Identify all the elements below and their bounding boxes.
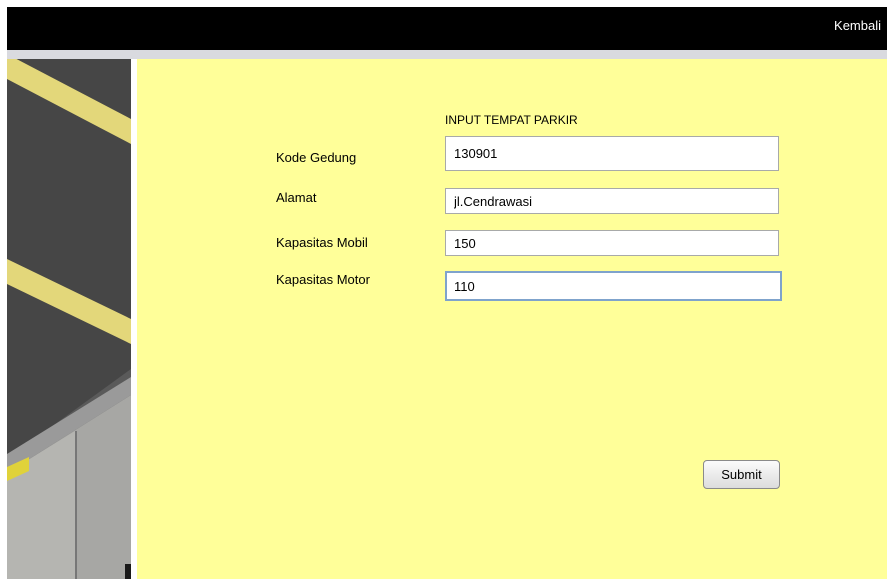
label-kapasitas-motor: Kapasitas Motor [276,272,370,287]
kapasitas-motor-input[interactable] [445,271,782,301]
top-bar: Kembali [7,7,887,50]
parking-lot-image [7,59,131,579]
label-alamat: Alamat [276,190,317,205]
kode-gedung-input[interactable] [445,136,779,171]
kapasitas-mobil-input[interactable] [445,230,779,256]
alamat-input[interactable] [445,188,779,214]
parking-lot-photo-icon [7,59,131,579]
label-kapasitas-mobil: Kapasitas Mobil [276,235,368,250]
label-kode-gedung: Kode Gedung [276,150,357,165]
back-link[interactable]: Kembali [834,18,881,33]
form-title: INPUT TEMPAT PARKIR [445,113,578,127]
submit-button[interactable]: Submit [703,460,780,489]
app-window: Kembali INPUT TEMPAT PARKIR Kode Gedung … [0,0,887,579]
divider-strip [7,50,887,59]
